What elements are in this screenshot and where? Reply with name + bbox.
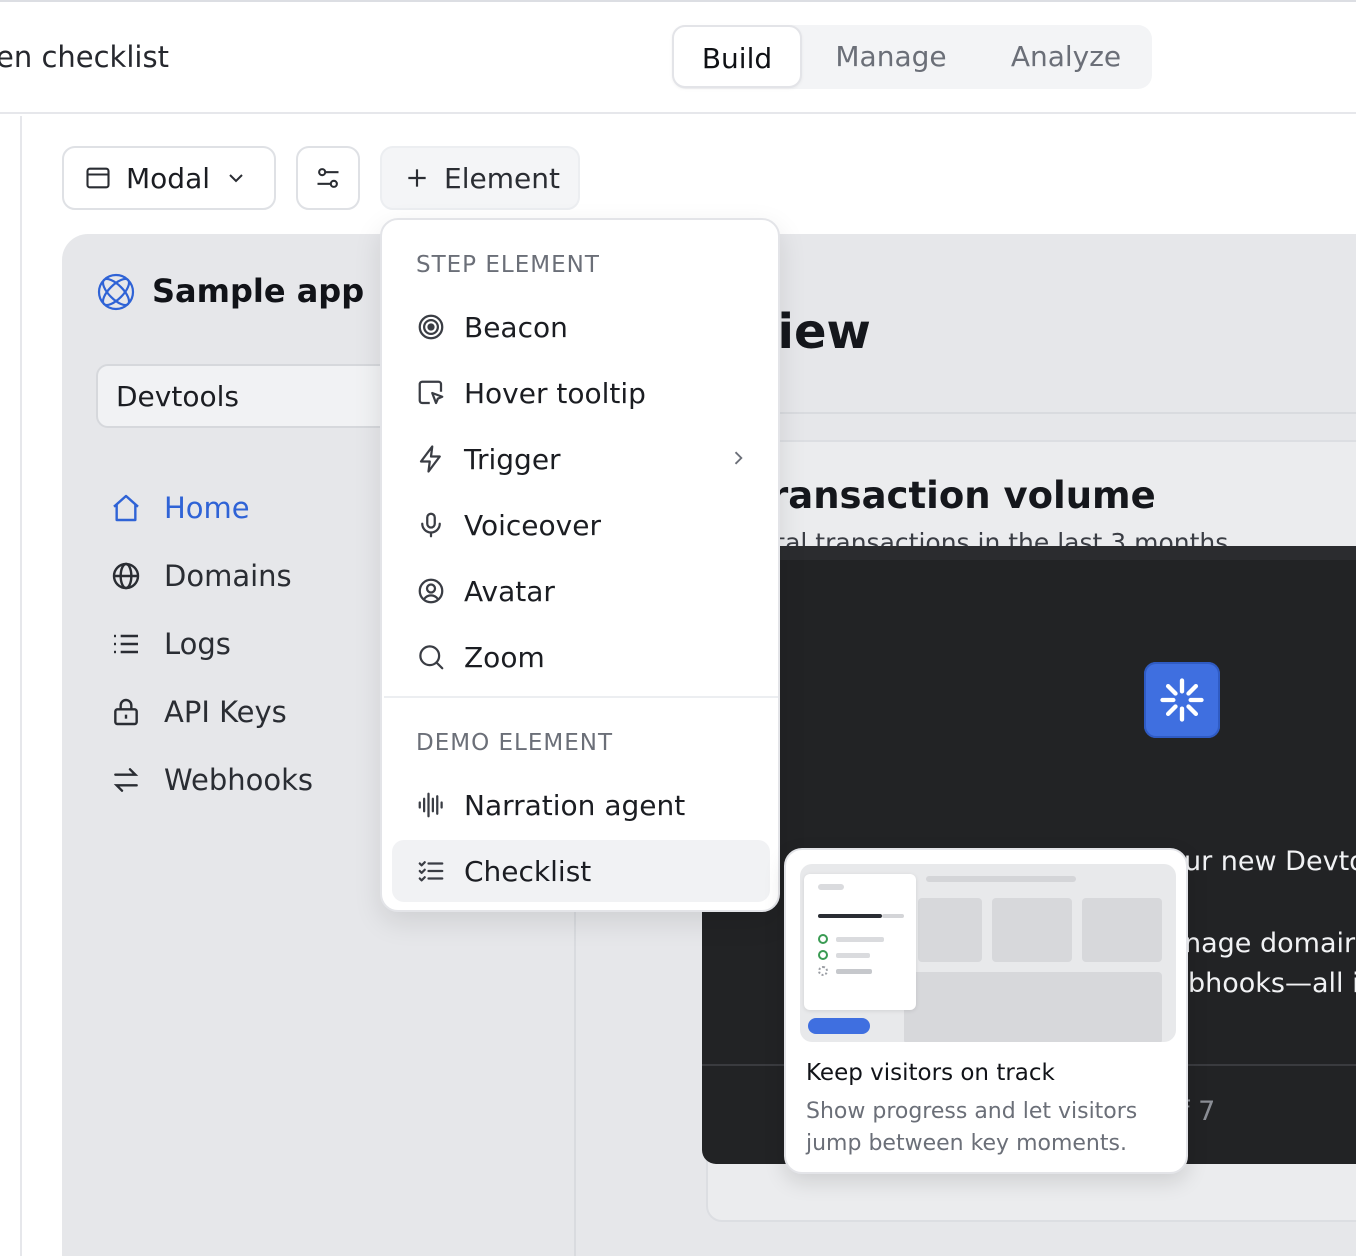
plus-icon <box>404 165 430 191</box>
preview-description: Show progress and let visitors jump betw… <box>806 1099 1138 1156</box>
project-select[interactable]: Devtools <box>96 364 396 428</box>
hover-tooltip-icon <box>416 378 446 408</box>
sidebar-item-label: Webhooks <box>164 763 313 797</box>
mode-tabs: Build Manage Analyze <box>672 25 1152 89</box>
project-select-value: Devtools <box>116 379 239 413</box>
app-name: Sample app <box>152 272 365 310</box>
modal-text-line: ur new Devto <box>1184 846 1356 877</box>
menu-item-label: Trigger <box>464 442 561 476</box>
menu-item-label: Hover tooltip <box>464 376 646 410</box>
menu-item-label: Zoom <box>464 640 545 674</box>
sidebar-item-label: Home <box>164 491 250 525</box>
settings-button[interactable] <box>296 146 360 210</box>
waveform-icon <box>416 790 446 820</box>
checklist-icon <box>416 856 446 886</box>
document-title: en checklist <box>0 40 169 74</box>
sidebar-item-home[interactable]: Home <box>110 488 250 528</box>
sidebar-item-api-keys[interactable]: API Keys <box>110 692 287 732</box>
menu-separator <box>384 696 778 698</box>
beacon-icon <box>416 312 446 342</box>
menu-item-zoom[interactable]: Zoom <box>392 626 770 688</box>
arrows-icon <box>110 764 142 796</box>
microphone-icon <box>416 510 446 540</box>
chevron-right-icon <box>728 448 748 468</box>
element-dropdown-menu: STEP ELEMENT Beacon Hover tooltip Trigge… <box>380 218 780 912</box>
modal-text-line: bhooks—all ir <box>1188 968 1356 999</box>
modal-text-line: nage domair <box>1184 928 1356 959</box>
tab-analyze[interactable]: Analyze <box>980 25 1152 89</box>
left-rail-border <box>20 116 22 1256</box>
sidebar-item-label: Domains <box>164 559 292 593</box>
section-header-demo: DEMO ELEMENT <box>416 730 614 756</box>
sidebar-item-label: Logs <box>164 627 231 661</box>
menu-item-label: Narration agent <box>464 788 686 822</box>
card-title: ransaction volume <box>770 474 1156 517</box>
menu-item-beacon[interactable]: Beacon <box>392 296 770 358</box>
element-preview-card: Keep visitors on track Show progress and… <box>784 848 1188 1174</box>
sidebar-item-domains[interactable]: Domains <box>110 556 292 596</box>
modal-type-label: Modal <box>126 161 210 195</box>
checklist-illustration <box>800 864 1176 1042</box>
list-icon <box>110 628 142 660</box>
menu-item-narration-agent[interactable]: Narration agent <box>392 774 770 836</box>
sidebar-item-label: API Keys <box>164 695 287 729</box>
zoom-icon <box>416 642 446 672</box>
menu-item-checklist[interactable]: Checklist <box>392 840 770 902</box>
add-element-label: Element <box>444 161 560 195</box>
menu-item-label: Voiceover <box>464 508 601 542</box>
card-subtitle: otal transactions in the last 3 months <box>760 528 1229 548</box>
tab-build[interactable]: Build <box>672 25 802 88</box>
section-header-step: STEP ELEMENT <box>416 252 600 278</box>
modal-type-dropdown[interactable]: Modal <box>62 146 276 210</box>
menu-item-trigger[interactable]: Trigger <box>392 428 770 490</box>
lightning-icon <box>416 444 446 474</box>
menu-item-label: Avatar <box>464 574 555 608</box>
menu-item-label: Checklist <box>464 854 592 888</box>
tab-manage[interactable]: Manage <box>808 25 974 89</box>
sidebar-item-webhooks[interactable]: Webhooks <box>110 760 313 800</box>
sliders-icon <box>314 164 342 192</box>
chevron-down-icon <box>224 166 248 190</box>
window-icon <box>84 164 112 192</box>
menu-item-label: Beacon <box>464 310 568 344</box>
menu-item-voiceover[interactable]: Voiceover <box>392 494 770 556</box>
brand-logo-icon <box>1144 662 1220 738</box>
avatar-icon <box>416 576 446 606</box>
menu-item-avatar[interactable]: Avatar <box>392 560 770 622</box>
lock-icon <box>110 696 142 728</box>
add-element-button[interactable]: Element <box>380 146 580 210</box>
app-logo-icon <box>96 272 136 312</box>
preview-title: Keep visitors on track <box>806 1060 1055 1086</box>
globe-icon <box>110 560 142 592</box>
home-icon <box>110 492 142 524</box>
sidebar-item-logs[interactable]: Logs <box>110 624 231 664</box>
menu-item-hover-tooltip[interactable]: Hover tooltip <box>392 362 770 424</box>
